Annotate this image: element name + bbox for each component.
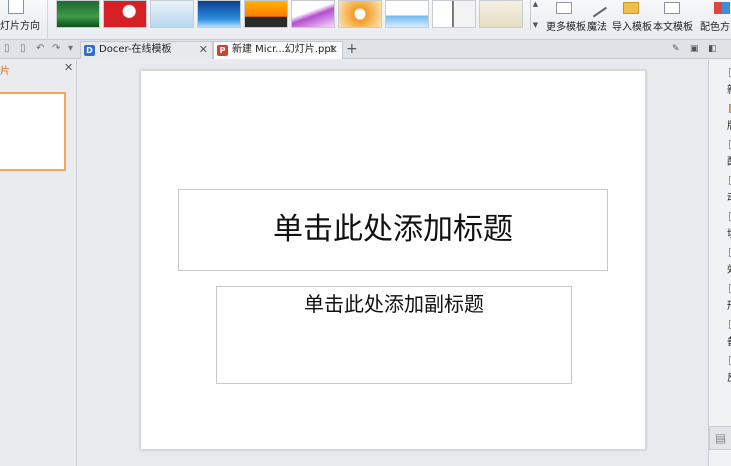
template-thumbnail[interactable]	[432, 0, 476, 28]
color-scheme-label: 配色方	[700, 22, 730, 33]
task-pane: 新 版 配 动 切 效 形 备 反 ▤	[708, 60, 731, 466]
undo-icon[interactable]: ↶	[36, 43, 44, 54]
template-thumbnail[interactable]	[244, 0, 288, 28]
document-tab-bar: ▯ ▯ ↶ ↷ ▾ D Docer-在线模板 ✕ P 新建 Micr...幻灯片…	[0, 40, 731, 59]
task-pane-item[interactable]: 形	[725, 284, 731, 312]
template-thumbnail[interactable]	[150, 0, 194, 28]
new-tab-button[interactable]: +	[346, 41, 358, 57]
slides-pane: 片 ✕	[0, 60, 77, 466]
dropdown-icon[interactable]: ▾	[68, 43, 73, 54]
tile-icon[interactable]: ◧	[708, 44, 717, 54]
pin-icon[interactable]: ✎	[672, 44, 680, 54]
template-thumbnail[interactable]	[479, 0, 523, 28]
close-icon[interactable]: ✕	[199, 42, 208, 58]
close-icon[interactable]: ✕	[329, 42, 338, 58]
magic-wand-icon	[587, 0, 607, 18]
import-template-label: 导入模板	[612, 22, 652, 33]
pane-toggle-icon[interactable]: ▤	[709, 426, 731, 450]
document-icon	[664, 2, 680, 14]
template-thumbnail[interactable]	[197, 0, 241, 28]
title-placeholder[interactable]: 单击此处添加标题	[178, 189, 608, 271]
magic-button[interactable]: 魔法	[585, 0, 609, 40]
this-template-label: 本文模板	[653, 22, 693, 33]
import-template-button[interactable]: 导入模板	[612, 0, 652, 40]
ribbon: 灯片方向 ▲ ▼ 更多模板 魔法 导入模板 本文模板 配色方	[0, 0, 731, 40]
tab-docer[interactable]: D Docer-在线模板 ✕	[80, 41, 213, 59]
task-pane-item[interactable]: 配	[725, 140, 731, 168]
redo-icon[interactable]: ↷	[52, 43, 60, 54]
task-pane-item[interactable]: 备	[725, 320, 731, 348]
magic-label: 魔法	[587, 22, 607, 33]
task-pane-item[interactable]: 切	[725, 212, 731, 240]
slide-thumbnail[interactable]	[0, 92, 66, 171]
restore-icon[interactable]: ▣	[690, 44, 699, 54]
save-icon[interactable]: ▯	[20, 43, 26, 54]
tab-label: Docer-在线模板	[99, 44, 172, 55]
template-gallery	[56, 0, 523, 28]
gallery-scroll[interactable]: ▲ ▼	[530, 0, 540, 30]
tab-presentation[interactable]: P 新建 Micr...幻灯片.ppt ✕	[213, 41, 343, 59]
task-pane-item[interactable]: 新	[725, 68, 731, 96]
template-icon	[556, 2, 572, 14]
slides-pane-tab[interactable]: 片	[0, 62, 10, 77]
docer-icon: D	[84, 45, 95, 56]
task-pane-item[interactable]: 效	[725, 248, 731, 276]
tab-label: 新建 Micr...幻灯片.ppt	[232, 44, 335, 55]
slide[interactable]: 单击此处添加标题 单击此处添加副标题	[140, 70, 646, 450]
slide-direction-button[interactable]: 灯片方向	[0, 0, 48, 40]
chevron-down-icon[interactable]: ▼	[533, 21, 538, 30]
chevron-up-icon[interactable]: ▲	[533, 0, 538, 9]
template-thumbnail[interactable]	[103, 0, 147, 28]
template-thumbnail[interactable]	[56, 0, 100, 28]
task-pane-item[interactable]: 版	[725, 104, 731, 132]
close-icon[interactable]: ✕	[64, 61, 73, 74]
this-template-button[interactable]: 本文模板	[653, 0, 693, 40]
page-icon[interactable]: ▯	[4, 43, 10, 54]
template-thumbnail[interactable]	[338, 0, 382, 28]
slide-direction-label: 灯片方向	[0, 21, 40, 32]
more-templates-label: 更多模板	[546, 22, 586, 33]
color-scheme-button[interactable]: 配色方	[700, 0, 731, 40]
more-templates-button[interactable]: 更多模板	[546, 0, 586, 40]
ppt-icon: P	[217, 45, 228, 56]
task-pane-item[interactable]: 反	[725, 356, 731, 384]
template-thumbnail[interactable]	[385, 0, 429, 28]
subtitle-placeholder[interactable]: 单击此处添加副标题	[216, 286, 572, 384]
slide-direction-icon	[8, 0, 24, 14]
folder-icon	[623, 2, 639, 14]
slide-canvas: 单击此处添加标题 单击此处添加副标题	[78, 60, 708, 466]
task-pane-item[interactable]: 动	[725, 176, 731, 204]
template-thumbnail[interactable]	[291, 0, 335, 28]
palette-icon	[714, 2, 730, 14]
